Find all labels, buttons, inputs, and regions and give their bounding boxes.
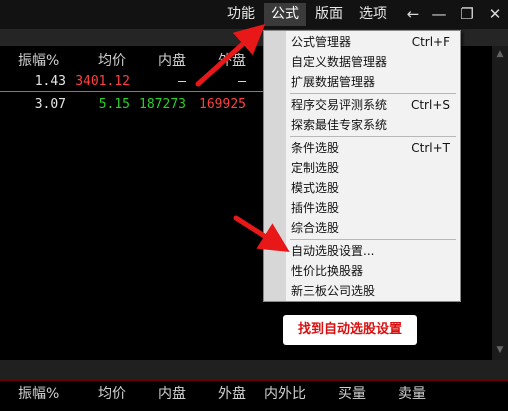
- panel-separator: [0, 380, 508, 381]
- minimize-icon[interactable]: —: [428, 2, 450, 26]
- row-separator: [0, 91, 263, 92]
- menu-options[interactable]: 选项: [352, 3, 394, 26]
- menu-gutter: [264, 31, 286, 301]
- menu-layout[interactable]: 版面: [308, 3, 350, 26]
- shortcut-label: Ctrl+F: [411, 35, 450, 49]
- menu-item-label: 自定义数据管理器: [291, 55, 388, 69]
- menu-item-pattern-screen[interactable]: 模式选股: [291, 178, 456, 198]
- menu-item-label: 自动选股设置...: [291, 244, 375, 258]
- menu-item-label: 综合选股: [291, 221, 340, 235]
- menu-item-program-trading-eval[interactable]: 程序交易评测系统 Ctrl+S: [291, 95, 456, 115]
- panel-divider-bar: [0, 360, 508, 380]
- cell-inner: 187273: [139, 97, 186, 112]
- menu-item-expert-system[interactable]: 探索最佳专家系统: [291, 115, 456, 135]
- col-header-outer[interactable]: 外盘: [218, 383, 246, 403]
- menu-formula[interactable]: 公式: [264, 3, 306, 26]
- menu-item-label: 插件选股: [291, 201, 340, 215]
- menu-item-custom-screen[interactable]: 定制选股: [291, 158, 456, 178]
- cell-outer: 169925: [199, 97, 246, 112]
- menu-separator: [290, 136, 456, 137]
- menu-item-label: 新三板公司选股: [291, 284, 376, 298]
- menu-function[interactable]: 功能: [220, 3, 262, 26]
- cell-avg-price: 5.15: [98, 97, 130, 112]
- shortcut-label: Ctrl+S: [410, 98, 450, 112]
- cell-amplitude: 3.07: [34, 97, 66, 112]
- col-header-ratio[interactable]: 内外比: [264, 383, 306, 403]
- menu-item-custom-data-manager[interactable]: 自定义数据管理器: [291, 52, 456, 72]
- menu-item-label: 条件选股: [291, 141, 340, 155]
- scroll-up-icon[interactable]: ▲: [492, 48, 508, 60]
- vertical-scrollbar[interactable]: ▲ ▼: [492, 46, 508, 360]
- menu-item-label: 程序交易评测系统: [291, 98, 388, 112]
- menu-item-extended-data-manager[interactable]: 扩展数据管理器: [291, 72, 456, 92]
- menu-separator: [290, 93, 456, 94]
- menu-item-value-swapper[interactable]: 性价比换股器: [291, 261, 456, 281]
- col-header-bid-volume[interactable]: 买量: [338, 383, 366, 403]
- col-header-avg-price[interactable]: 均价: [98, 383, 126, 403]
- col-header-amplitude[interactable]: 振幅%: [18, 383, 59, 403]
- col-header-inner[interactable]: 内盘: [158, 383, 186, 403]
- cell-amplitude: 1.43: [34, 74, 66, 89]
- menu-item-condition-screen[interactable]: 条件选股 Ctrl+T: [291, 138, 456, 158]
- menu-item-label: 公式管理器: [291, 35, 352, 49]
- menu-separator: [290, 239, 456, 240]
- restore-icon[interactable]: ❐: [456, 2, 478, 26]
- col-header-avg-price[interactable]: 均价: [98, 50, 126, 70]
- menu-item-combined-screen[interactable]: 综合选股: [291, 218, 456, 238]
- cell-outer: –: [238, 74, 246, 89]
- annotation-callout: 找到自动选股设置: [283, 315, 417, 345]
- menu-item-label: 扩展数据管理器: [291, 75, 376, 89]
- menu-item-label: 定制选股: [291, 161, 340, 175]
- scroll-down-icon[interactable]: ▼: [492, 344, 508, 356]
- cell-avg-price: 3401.12: [75, 74, 130, 89]
- menu-item-label: 性价比换股器: [291, 264, 364, 278]
- formula-dropdown-menu: 公式管理器 Ctrl+F 自定义数据管理器 扩展数据管理器 程序交易评测系统 Ctr…: [263, 30, 461, 302]
- col-header-ask-volume[interactable]: 卖量: [398, 383, 426, 403]
- cell-inner: –: [178, 74, 186, 89]
- menu-item-formula-manager[interactable]: 公式管理器 Ctrl+F: [291, 32, 456, 52]
- menu-item-neeq-screen[interactable]: 新三板公司选股: [291, 281, 456, 301]
- shortcut-label: Ctrl+T: [411, 141, 450, 155]
- col-header-inner[interactable]: 内盘: [158, 50, 186, 70]
- close-icon[interactable]: ✕: [484, 2, 506, 26]
- col-header-outer[interactable]: 外盘: [218, 50, 246, 70]
- menu-item-plugin-screen[interactable]: 插件选股: [291, 198, 456, 218]
- col-header-amplitude[interactable]: 振幅%: [18, 50, 59, 70]
- menu-item-auto-screen-settings[interactable]: 自动选股设置...: [291, 241, 456, 261]
- menu-item-label: 模式选股: [291, 181, 340, 195]
- menu-item-label: 探索最佳专家系统: [291, 118, 388, 132]
- back-arrow-icon[interactable]: ←: [402, 2, 424, 26]
- top-menubar: 功能 公式 版面 选项 ← — ❐ ✕: [0, 0, 508, 29]
